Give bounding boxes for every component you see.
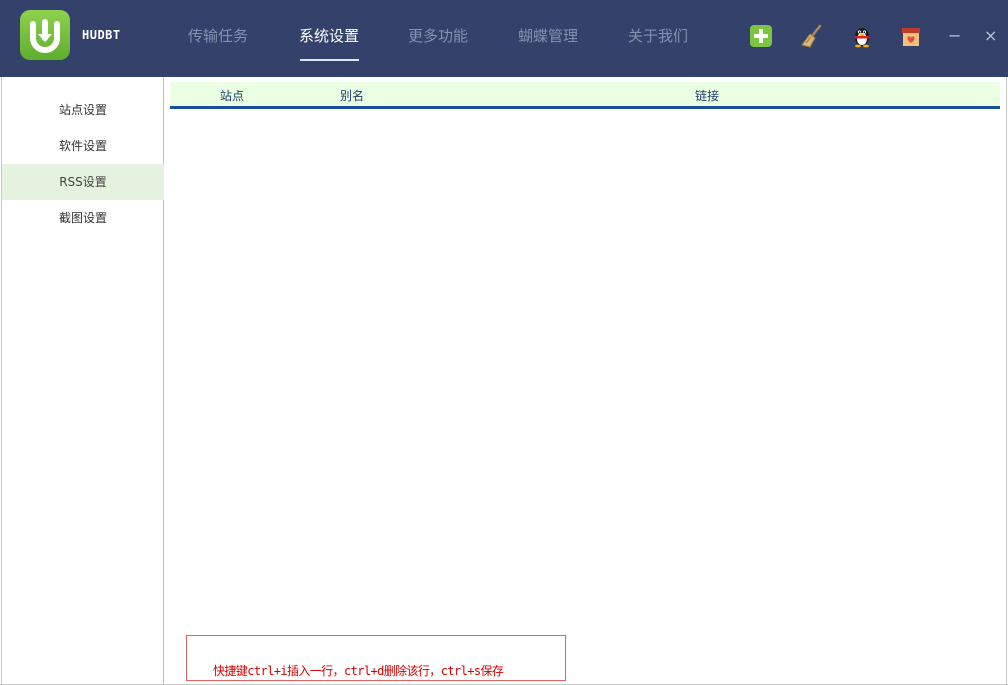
sidebar-item-rss-settings[interactable]: RSS设置 (2, 164, 164, 200)
rss-settings-panel: 站点 别名 链接 快捷键ctrl+i插入一行，ctrl+d删除该行，ctrl+s… (164, 77, 1007, 684)
gift-box-icon[interactable] (899, 24, 923, 48)
broom-icon[interactable] (800, 24, 824, 48)
qq-penguin-icon[interactable] (850, 24, 874, 48)
tab-transfer-tasks[interactable]: 传输任务 (188, 25, 248, 46)
active-tab-indicator (300, 59, 359, 61)
app-window: HUDBT 传输任务 系统设置 更多功能 蝴蝶管理 关于我们 − × 站点设置 … (0, 0, 1008, 685)
tab-about-us[interactable]: 关于我们 (628, 25, 688, 46)
settings-sidebar: 站点设置 软件设置 RSS设置 截图设置 (1, 77, 164, 684)
column-header-alias[interactable]: 别名 (340, 87, 364, 104)
sidebar-item-screenshot-settings[interactable]: 截图设置 (2, 200, 164, 236)
sidebar-item-software-settings[interactable]: 软件设置 (2, 128, 164, 164)
sidebar-item-site-settings[interactable]: 站点设置 (2, 92, 164, 128)
shortcut-hint-text: 快捷键ctrl+i插入一行，ctrl+d删除该行，ctrl+s保存 (213, 664, 504, 678)
close-button[interactable]: × (984, 24, 997, 48)
minimize-button[interactable]: − (948, 24, 961, 48)
tab-system-settings[interactable]: 系统设置 (299, 25, 359, 46)
table-header: 站点 别名 链接 (170, 82, 1000, 109)
app-name: HUDBT (82, 28, 121, 42)
shortcut-hint-box: 快捷键ctrl+i插入一行，ctrl+d删除该行，ctrl+s保存 (186, 635, 566, 681)
column-header-site[interactable]: 站点 (220, 87, 244, 104)
add-icon[interactable] (749, 24, 773, 48)
app-logo-icon (20, 10, 70, 60)
tab-butterfly-management[interactable]: 蝴蝶管理 (518, 25, 578, 46)
tab-more-features[interactable]: 更多功能 (408, 25, 468, 46)
column-header-link[interactable]: 链接 (695, 87, 719, 104)
title-bar: HUDBT 传输任务 系统设置 更多功能 蝴蝶管理 关于我们 − × (0, 0, 1008, 77)
